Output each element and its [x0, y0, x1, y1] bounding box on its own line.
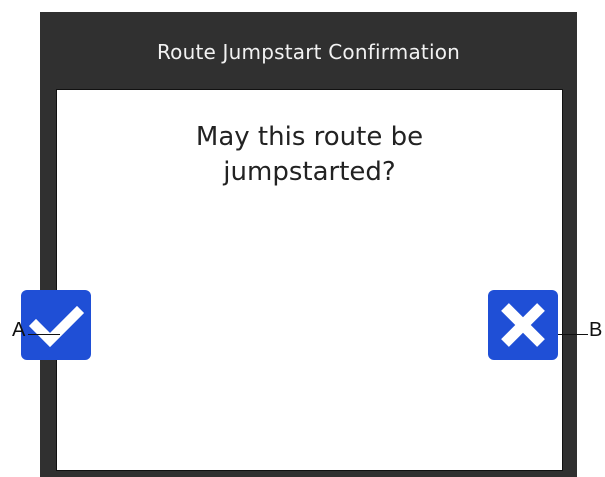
- question-line-1: May this route be: [195, 122, 424, 152]
- checkmark-icon: [28, 305, 85, 348]
- question-line-2: jumpstarted?: [223, 157, 396, 187]
- callout-a-leader: [28, 334, 60, 335]
- question-text: May this route be jumpstarted?: [57, 120, 562, 190]
- x-icon: [501, 303, 545, 347]
- callout-b-label: B: [589, 319, 603, 341]
- dialog-title: Route Jumpstart Confirmation: [156, 40, 461, 64]
- confirmation-screen: Route Jumpstart Confirmation May this ro…: [40, 12, 577, 477]
- dialog-panel: May this route be jumpstarted?: [56, 89, 563, 471]
- callout-a-label: A: [12, 319, 26, 341]
- confirm-button[interactable]: [21, 290, 91, 360]
- cancel-button[interactable]: [488, 290, 558, 360]
- callout-b-leader: [558, 334, 588, 335]
